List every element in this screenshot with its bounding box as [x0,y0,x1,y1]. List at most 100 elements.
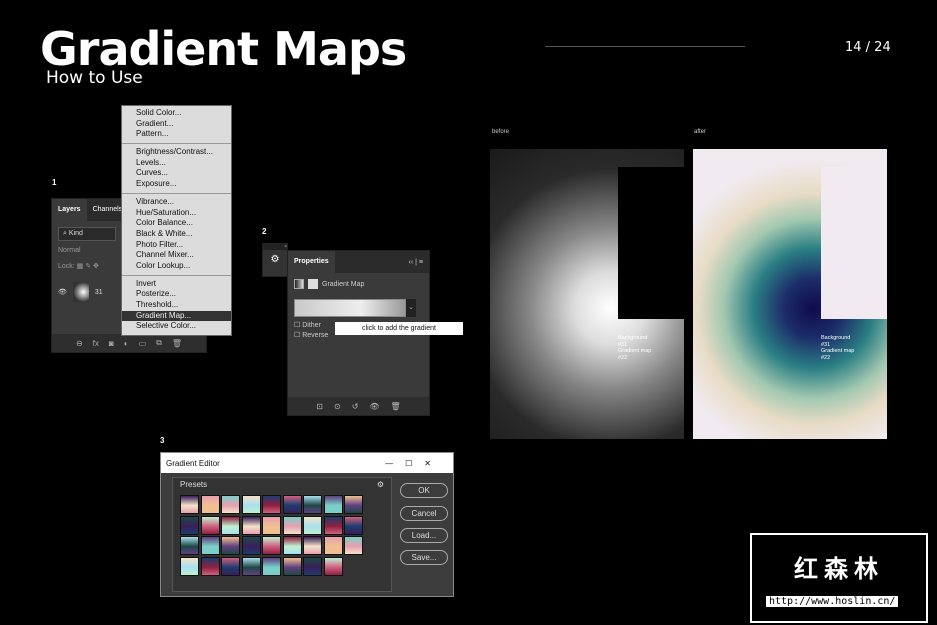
dither-checkbox[interactable]: ☐ Dither [294,321,321,329]
caption-line: Background [821,335,851,341]
visibility-icon[interactable]: 👁 [369,402,379,411]
preset-swatch[interactable] [200,536,220,555]
gradient-picker[interactable] [294,299,406,317]
menu-item[interactable]: Black & White... [122,229,231,240]
adjustment-icon[interactable]: ◐ [124,339,129,348]
preset-swatch[interactable] [180,515,199,535]
preset-swatch[interactable] [303,515,322,535]
menu-item[interactable]: Posterize... [122,289,231,300]
menu-item[interactable]: Color Balance... [122,218,231,229]
lock-label: Lock: [58,263,75,270]
preset-swatch[interactable] [344,515,363,535]
caption-line: Background [618,335,648,341]
preset-swatch[interactable] [221,515,240,535]
preset-swatch[interactable] [180,495,199,514]
preset-swatch[interactable] [241,556,261,576]
clip-icon[interactable]: ⊡ [316,402,323,411]
preset-swatch[interactable] [241,515,261,535]
watermark-cn: 红森林 [794,555,884,583]
preset-swatch[interactable] [241,495,261,514]
menu-item[interactable]: Brightness/Contrast... [122,147,231,158]
watermark-url: http://www.hoslin.cn/ [766,596,899,607]
trash-icon[interactable]: 🗑 [172,339,182,348]
panel-menu-icon[interactable]: ‹‹ | ≡ [409,259,423,266]
preset-swatch[interactable] [262,556,281,576]
new-layer-icon[interactable]: ⧉ [156,338,162,348]
menu-item[interactable]: Curves... [122,168,231,179]
preset-swatch[interactable] [344,495,363,514]
preset-swatch[interactable] [303,556,322,576]
preset-swatch[interactable] [282,515,302,535]
menu-item[interactable]: Pattern... [122,129,231,140]
menu-item[interactable]: Threshold... [122,300,231,311]
properties-icon[interactable]: ⚙ [263,254,287,265]
mask-icon[interactable]: ◙ [109,339,114,348]
preset-swatch[interactable] [344,536,363,555]
preset-swatch[interactable] [303,495,322,514]
layer-thumbnail[interactable] [72,282,89,302]
ok-button[interactable]: OK [400,483,448,498]
preset-swatch[interactable] [200,495,220,514]
reset-icon[interactable]: ↺ [352,402,359,411]
preset-swatch[interactable] [262,515,281,535]
close-icon[interactable]: ✕ [424,459,443,468]
cancel-button[interactable]: Cancel [400,506,448,521]
fx-icon[interactable]: fx [93,339,99,348]
kind-filter[interactable]: ⌕ Kind [58,227,116,241]
trash-icon[interactable]: 🗑 [391,402,401,411]
reverse-checkbox[interactable]: ☐ Reverse [294,331,328,339]
menu-item[interactable]: Photo Filter... [122,240,231,251]
mask-icon [308,279,318,289]
properties-toolbar[interactable]: × ⚙ [262,243,288,277]
maximize-icon[interactable]: ☐ [405,459,424,468]
menu-item[interactable]: Channel Mixer... [122,250,231,261]
chevron-down-icon[interactable]: ⌄ [406,299,416,317]
preset-swatch[interactable] [221,495,240,514]
minimize-icon[interactable]: — [385,459,405,468]
preset-swatch[interactable] [200,515,220,535]
preset-swatch[interactable] [241,536,261,555]
page-number: 14 / 24 [845,40,891,55]
preset-swatch[interactable] [303,536,322,555]
layer-name[interactable]: 31 [95,289,103,296]
preset-swatch[interactable] [221,556,240,576]
menu-item[interactable]: Solid Color... [122,108,231,119]
menu-item[interactable]: Exposure... [122,179,231,190]
close-icon[interactable]: × [263,244,287,250]
preset-swatch[interactable] [180,556,199,576]
preset-swatch[interactable] [262,495,281,514]
preset-swatch[interactable] [323,515,343,535]
blend-mode-select[interactable]: Normal [58,247,81,254]
preset-swatch[interactable] [282,556,302,576]
preset-swatch[interactable] [200,556,220,576]
folder-icon[interactable]: ▭ [139,339,147,348]
preset-swatch[interactable] [282,495,302,514]
preset-swatch[interactable] [282,536,302,555]
link-icon[interactable]: ⊖ [76,339,83,348]
load-button[interactable]: Load... [400,528,448,543]
menu-item[interactable]: Hue/Saturation... [122,208,231,219]
menu-item-gradient-map[interactable]: Gradient Map... [122,310,231,322]
preset-swatch[interactable] [180,536,199,555]
preset-swatch[interactable] [323,536,343,555]
menu-item[interactable]: Color Lookup... [122,261,231,272]
view-previous-icon[interactable]: ⊙ [334,402,341,411]
menu-item[interactable]: Vibrance... [122,197,231,208]
dialog-title: Gradient Editor [166,458,220,468]
eye-icon[interactable]: 👁 [58,288,67,296]
preset-swatch[interactable] [323,495,343,514]
before-image: Background #31 Gradient map #22 [490,149,684,439]
tab-layers[interactable]: Layers [52,199,87,221]
preset-swatch[interactable] [323,556,343,576]
menu-separator [122,143,231,145]
step-1-label: 1 [52,178,57,187]
menu-item[interactable]: Levels... [122,158,231,169]
preset-swatch[interactable] [221,536,240,555]
menu-item[interactable]: Invert [122,279,231,290]
preset-swatch[interactable] [262,536,281,555]
save-button[interactable]: Save... [400,550,448,565]
menu-item[interactable]: Gradient... [122,119,231,130]
menu-item[interactable]: Selective Color... [122,321,231,332]
presets-panel: Presets ⚙ [172,477,392,592]
gear-icon[interactable]: ⚙ [377,480,384,489]
